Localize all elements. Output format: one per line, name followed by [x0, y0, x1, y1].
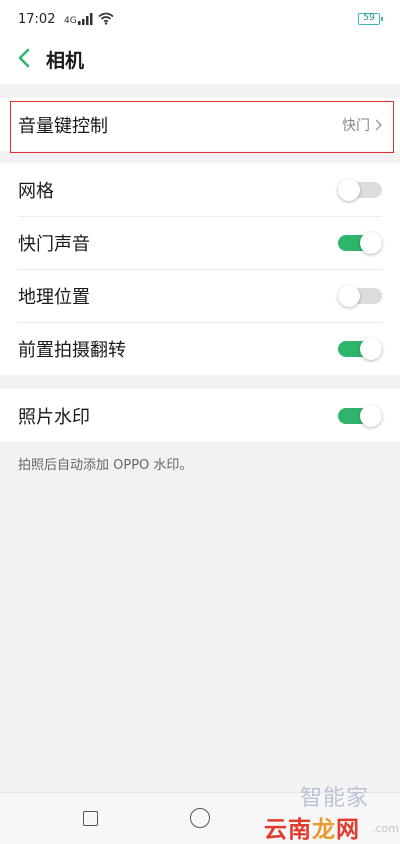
shutter-sound-toggle[interactable] — [338, 231, 382, 254]
chevron-right-icon — [375, 119, 382, 130]
grid-label: 网格 — [18, 180, 54, 202]
page-title: 相机 — [46, 50, 85, 72]
volume-key-value: 快门 — [342, 115, 382, 135]
site-watermark-top: 智能家 — [300, 786, 370, 811]
shutter-sound-label: 快门声音 — [18, 233, 90, 255]
front-mirror-toggle[interactable] — [338, 337, 382, 360]
watermark-char: 南 — [288, 817, 312, 843]
watermark-char: 龙 — [312, 817, 336, 843]
wifi-icon — [98, 12, 114, 25]
photo-watermark-description: 拍照后自动添加 OPPO 水印。 — [18, 458, 193, 473]
location-toggle[interactable] — [338, 284, 382, 307]
recent-apps-icon[interactable] — [83, 811, 98, 826]
signal-icon: 4G — [64, 13, 93, 25]
location-label: 地理位置 — [18, 286, 90, 308]
photo-watermark-row[interactable]: 照片水印 — [0, 389, 400, 442]
header: 相机 — [0, 34, 400, 84]
volume-key-group: 音量键控制 快门 — [0, 98, 400, 151]
grid-toggle[interactable] — [338, 178, 382, 201]
volume-key-row[interactable]: 音量键控制 快门 — [0, 98, 400, 151]
status-time: 17:02 — [18, 12, 56, 27]
status-bar: 17:02 4G 59 — [0, 0, 400, 34]
photo-watermark-label: 照片水印 — [18, 406, 90, 428]
volume-key-label: 音量键控制 — [18, 115, 108, 137]
watermark-char: 云 — [264, 817, 288, 843]
watermark-char: 网 — [336, 817, 360, 843]
battery-indicator: 59 — [358, 13, 383, 25]
site-watermark-suffix: .com — [372, 822, 399, 835]
site-watermark-bottom: 云南龙网 — [264, 810, 360, 844]
chevron-left-icon[interactable] — [14, 46, 36, 70]
photo-watermark-toggle[interactable] — [338, 404, 382, 427]
home-icon[interactable] — [190, 808, 210, 828]
watermark-group: 照片水印 — [0, 389, 400, 442]
front-mirror-label: 前置拍摄翻转 — [18, 339, 126, 361]
shutter-sound-row[interactable]: 快门声音 — [0, 216, 400, 269]
svg-text:4G: 4G — [64, 16, 77, 25]
camera-toggles-group: 网格 快门声音 地理位置 前置拍摄翻转 — [0, 163, 400, 375]
front-mirror-row[interactable]: 前置拍摄翻转 — [0, 322, 400, 375]
volume-key-value-text: 快门 — [342, 117, 370, 134]
location-row[interactable]: 地理位置 — [0, 269, 400, 322]
grid-row[interactable]: 网格 — [0, 163, 400, 216]
